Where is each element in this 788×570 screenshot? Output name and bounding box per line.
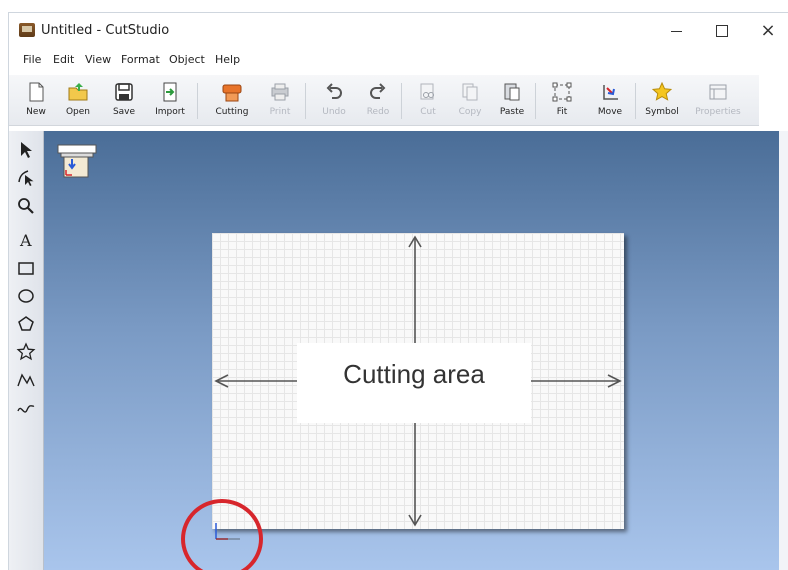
cutting-machine-icon[interactable] (56, 141, 98, 181)
paste-button[interactable]: Paste (489, 79, 535, 123)
star-tool[interactable] (13, 339, 39, 365)
close-button[interactable]: × (746, 17, 788, 45)
move-button[interactable]: Move (587, 79, 633, 123)
minimize-icon (670, 30, 682, 32)
redo-icon (370, 83, 386, 99)
polyline-icon (17, 373, 35, 387)
star-icon (16, 342, 36, 361)
redo-button[interactable]: Redo (355, 79, 401, 123)
polygon-icon (18, 316, 34, 331)
vertical-scrollbar[interactable] (779, 131, 788, 570)
cut-button[interactable]: Cut (405, 79, 451, 123)
fit-label: Fit (556, 107, 568, 117)
toolbar-separator (305, 83, 306, 119)
fit-icon (552, 82, 572, 102)
redo-label: Redo (366, 107, 390, 117)
import-button[interactable]: Import (147, 79, 193, 123)
toolbar-separator (635, 83, 636, 119)
curve-icon (17, 405, 35, 413)
properties-label: Properties (695, 107, 741, 117)
cutting-machine-icon (222, 84, 242, 102)
select-arrow-icon (21, 142, 32, 158)
import-icon (163, 82, 177, 102)
origin-highlight-circle (181, 499, 263, 570)
polyline-tool[interactable] (13, 367, 39, 393)
menu-file[interactable]: File (23, 53, 41, 66)
drawing-workspace[interactable]: Cutting area (44, 131, 788, 570)
zoom-icon (18, 198, 34, 214)
title-bar: Untitled - CutStudio × (9, 13, 788, 49)
edit-points-icon (18, 170, 34, 186)
move-origin-icon (603, 85, 618, 100)
move-label: Move (597, 107, 623, 117)
cut-icon (420, 83, 434, 100)
cutting-area[interactable]: Cutting area (212, 233, 624, 529)
rectangle-icon (18, 262, 34, 275)
ellipse-icon (18, 289, 34, 303)
select-tool[interactable] (13, 137, 39, 163)
minimize-button[interactable] (654, 17, 698, 45)
menu-view[interactable]: View (85, 53, 111, 66)
properties-button[interactable]: Properties (695, 79, 741, 123)
text-icon: A (19, 231, 32, 250)
paste-label: Paste (499, 107, 525, 117)
toolbar-separator (197, 83, 198, 119)
toolbar-separator (401, 83, 402, 119)
zoom-tool[interactable] (13, 193, 39, 219)
dimension-arrows (214, 235, 622, 527)
printer-icon (271, 83, 289, 101)
print-label: Print (269, 107, 291, 117)
cutting-label: Cutting (215, 107, 249, 117)
print-button[interactable]: Print (257, 79, 303, 123)
polygon-tool[interactable] (13, 311, 39, 337)
save-button[interactable]: Save (101, 79, 147, 123)
copy-icon (462, 83, 478, 101)
new-document-icon (29, 82, 44, 102)
undo-label: Undo (322, 107, 346, 117)
save-label: Save (112, 107, 136, 117)
open-label: Open (65, 107, 91, 117)
new-button[interactable]: New (13, 79, 59, 123)
open-button[interactable]: Open (55, 79, 101, 123)
properties-icon (709, 84, 727, 100)
toolbar-separator (535, 83, 536, 119)
cutting-button[interactable]: Cutting (209, 79, 255, 123)
cutstudio-app-icon (19, 23, 35, 37)
save-disk-icon (115, 83, 133, 101)
ellipse-tool[interactable] (13, 283, 39, 309)
maximize-icon (716, 25, 728, 37)
app-window: Untitled - CutStudio × File Edit View Fo… (8, 12, 788, 570)
menu-edit[interactable]: Edit (53, 53, 74, 66)
new-label: New (26, 107, 46, 117)
symbol-label: Symbol (645, 107, 679, 117)
copy-label: Copy (458, 107, 482, 117)
maximize-button[interactable] (700, 17, 744, 45)
main-toolbar: New Open Save Import Cutting Print Undo (9, 75, 759, 126)
menu-help[interactable]: Help (215, 53, 240, 66)
paste-icon (504, 83, 520, 101)
menu-object[interactable]: Object (169, 53, 205, 66)
edit-points-tool[interactable] (13, 165, 39, 191)
tool-palette: A (9, 131, 44, 570)
rectangle-tool[interactable] (13, 255, 39, 281)
menu-bar: File Edit View Format Object Help (9, 51, 788, 71)
curve-tool[interactable] (13, 395, 39, 421)
fit-button[interactable]: Fit (539, 79, 585, 123)
copy-button[interactable]: Copy (447, 79, 493, 123)
undo-button[interactable]: Undo (311, 79, 357, 123)
symbol-button[interactable]: Symbol (639, 79, 685, 123)
cut-label: Cut (420, 107, 436, 117)
text-tool[interactable]: A (13, 227, 39, 253)
star-symbol-icon (652, 82, 672, 101)
window-title: Untitled - CutStudio (41, 23, 170, 38)
import-label: Import (155, 107, 185, 117)
menu-format[interactable]: Format (121, 53, 160, 66)
svg-text:A: A (19, 231, 32, 250)
undo-icon (326, 83, 342, 99)
open-folder-icon (68, 83, 88, 101)
